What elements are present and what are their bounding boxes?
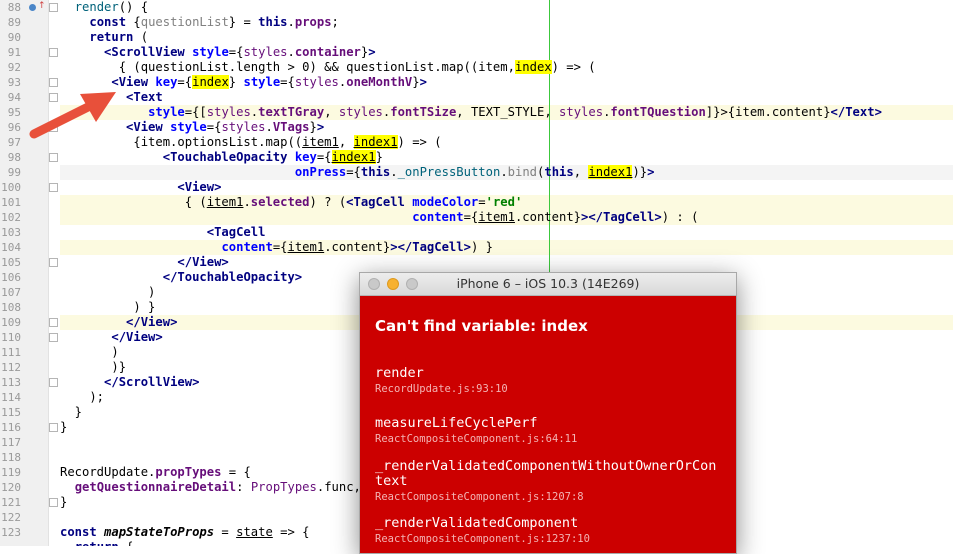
line-number: 115 — [1, 406, 21, 419]
annotation-arrow-icon — [29, 92, 116, 139]
fold-marker-icon[interactable] — [49, 153, 58, 162]
line-number: 107 — [1, 286, 21, 299]
fold-marker-icon[interactable] — [49, 48, 58, 57]
line-number: 100 — [1, 181, 21, 194]
line-number: 104 — [1, 241, 21, 254]
simulator-title: iPhone 6 – iOS 10.3 (14E269) — [456, 276, 640, 291]
arrow-up-icon[interactable]: ↑ — [38, 1, 46, 11]
code-line: <View> — [177, 180, 222, 194]
code-line: </ScrollView> — [104, 375, 200, 389]
code-line: </View> — [126, 315, 178, 329]
code-line: ) } — [60, 300, 156, 314]
code-line: </View> — [177, 255, 229, 269]
code-line: { (item1.selected) ? (<TagCell modeColor… — [60, 195, 523, 209]
line-number: 109 — [1, 316, 21, 329]
code-line: { (questionList.length > 0) && questionL… — [60, 60, 596, 74]
line-number: 105 — [1, 256, 21, 269]
code-line: return { — [60, 540, 134, 546]
line-number: 94 — [7, 91, 21, 104]
code-line: render() { — [74, 0, 149, 14]
line-number: 117 — [1, 436, 21, 449]
code-line: content={item1.content}></TagCell>) : ( — [412, 210, 699, 224]
line-number: 121 — [1, 496, 21, 509]
simulator-title-bar[interactable]: iPhone 6 – iOS 10.3 (14E269) — [360, 273, 736, 296]
line-number: 101 — [1, 196, 21, 209]
code-line: ); — [60, 390, 105, 404]
fold-marker-icon[interactable] — [49, 318, 58, 327]
stack-frame[interactable]: _renderValidatedComponentWithoutOwnerOrC… — [375, 459, 720, 504]
code-line: } — [60, 495, 68, 509]
line-number: 123 — [1, 526, 21, 539]
line-number: 110 — [1, 331, 21, 344]
code-line: } — [60, 420, 68, 434]
code-line: )} — [60, 360, 127, 374]
line-number: 93 — [7, 76, 21, 89]
code-line: </TouchableOpacity> — [162, 270, 303, 284]
line-number: 119 — [1, 466, 21, 479]
fold-marker-icon[interactable] — [49, 258, 58, 267]
code-line: style={[styles.textTGray, styles.fontTSi… — [148, 105, 882, 119]
line-number: 88 — [7, 1, 21, 14]
frame-function: _renderValidatedComponent — [375, 515, 579, 531]
line-number: 120 — [1, 481, 21, 494]
fold-marker-icon[interactable] — [49, 333, 58, 342]
frame-function: _renderValidatedComponentWithoutOwnerOrC… — [375, 458, 717, 489]
line-number: 106 — [1, 271, 21, 284]
code-line: <TagCell — [206, 225, 266, 239]
override-marker-icon[interactable] — [29, 4, 36, 11]
code-line: content={item1.content}></TagCell>) } — [221, 240, 493, 254]
code-line: RecordUpdate.propTypes = { — [60, 465, 251, 479]
stack-frame[interactable]: render RecordUpdate.js:93:10 — [375, 366, 720, 396]
frame-location: ReactCompositeComponent.js:64:11 — [375, 433, 578, 445]
stack-frame[interactable]: measureLifeCyclePerf ReactCompositeCompo… — [375, 416, 720, 446]
line-number: 99 — [7, 166, 21, 179]
line-number: 97 — [7, 136, 21, 149]
line-number: 112 — [1, 361, 21, 374]
code-line: </View> — [111, 330, 163, 344]
line-number: 114 — [1, 391, 21, 404]
line-number: 102 — [1, 211, 21, 224]
stack-frame[interactable]: _renderValidatedComponent ReactComposite… — [375, 516, 720, 546]
code-line: ) — [60, 345, 119, 359]
line-number: 116 — [1, 421, 21, 434]
line-number: 108 — [1, 301, 21, 314]
line-number: 90 — [7, 31, 21, 44]
frame-location: ReactCompositeComponent.js:1237:10 — [375, 533, 590, 545]
code-line: ) — [60, 285, 156, 299]
fold-marker-icon[interactable] — [49, 3, 58, 12]
frame-function: measureLifeCyclePerf — [375, 415, 538, 431]
line-number: 92 — [7, 61, 21, 74]
line-number: 96 — [7, 121, 21, 134]
frame-location: RecordUpdate.js:93:10 — [375, 383, 508, 395]
code-line: getQuestionnaireDetail: PropTypes.func, — [74, 480, 361, 494]
line-number: 98 — [7, 151, 21, 164]
code-line: const mapStateToProps = state => { — [60, 525, 310, 539]
error-message: Can't find variable: index — [375, 317, 588, 335]
code-line: <ScrollView style={styles.container}> — [104, 45, 376, 59]
line-number: 103 — [1, 226, 21, 239]
line-number: 118 — [1, 451, 21, 464]
code-line: const {questionList} = this.props; — [89, 15, 339, 29]
fold-marker-icon[interactable] — [49, 183, 58, 192]
line-number: 91 — [7, 46, 21, 59]
line-number: 89 — [7, 16, 21, 29]
frame-function: render — [375, 365, 424, 381]
ios-simulator-window[interactable]: iPhone 6 – iOS 10.3 (14E269) Can't find … — [359, 272, 737, 554]
frame-location: ReactCompositeComponent.js:1207:8 — [375, 491, 584, 503]
fold-marker-icon[interactable] — [49, 378, 58, 387]
line-number: 113 — [1, 376, 21, 389]
code-line: onPress={this._onPressButton.bind(this, … — [294, 165, 655, 179]
line-number: 111 — [1, 346, 21, 359]
fold-marker-icon[interactable] — [49, 498, 58, 507]
code-line: return ( — [89, 30, 149, 44]
line-number: 95 — [7, 106, 21, 119]
code-line: } — [60, 405, 83, 419]
code-line: <TouchableOpacity key={index1} — [162, 150, 383, 164]
fold-marker-icon[interactable] — [49, 423, 58, 432]
line-number: 122 — [1, 511, 21, 524]
